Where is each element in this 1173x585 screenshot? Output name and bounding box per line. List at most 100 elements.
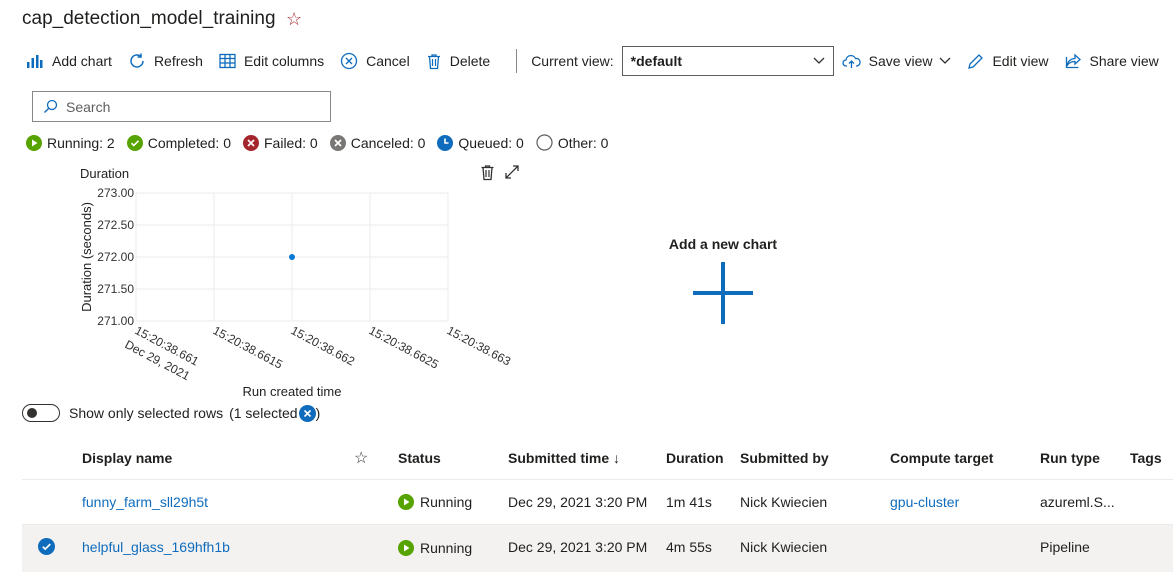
column-header-status[interactable]: Status	[398, 450, 441, 466]
column-header-tags[interactable]: Tags	[1130, 450, 1162, 466]
clear-selection-icon[interactable]	[298, 404, 316, 422]
status-filter-queued[interactable]: Queued: 0	[437, 134, 524, 151]
chart-y-tick-label: 272.50	[97, 218, 134, 232]
refresh-icon	[130, 53, 144, 68]
cloud-upload-icon	[842, 54, 861, 68]
current-view-dropdown[interactable]: *default	[621, 46, 834, 76]
run-status: Running	[398, 494, 472, 510]
save-view-button[interactable]: Save view	[842, 53, 952, 69]
expand-chart-button[interactable]	[504, 164, 520, 184]
chart-title: Duration	[80, 166, 129, 181]
edit-columns-label: Edit columns	[243, 53, 325, 69]
status-filter-label: Completed: 0	[147, 134, 231, 151]
chart-y-tick-label: 272.00	[97, 250, 134, 264]
row-selected-checkmark-icon[interactable]	[38, 538, 55, 555]
favorite-star-icon[interactable]: ☆	[286, 9, 302, 30]
run-submitted-by: Nick Kwiecien	[740, 494, 828, 510]
column-header-display-name[interactable]: Display name	[82, 450, 172, 466]
trash-icon	[481, 165, 494, 181]
clock-icon	[437, 134, 454, 151]
status-filter-label: Other: 0	[557, 134, 609, 151]
delete-button[interactable]: Delete	[426, 53, 490, 70]
chart-x-tick-label: 15:20:38.662	[289, 323, 358, 368]
run-type: azureml.S...	[1040, 494, 1115, 510]
cancel-circle-icon	[340, 52, 358, 70]
chart-y-tick-label: 271.00	[97, 314, 134, 328]
cancel-button[interactable]: Cancel	[340, 52, 410, 70]
status-filter-failed[interactable]: Failed: 0	[243, 134, 318, 151]
edit-view-label: Edit view	[992, 53, 1049, 69]
chart-data-point	[289, 254, 295, 260]
toolbar: Add chart Refresh Edit columns Cancel De…	[26, 46, 1173, 76]
refresh-label: Refresh	[153, 53, 203, 69]
column-header-run-type[interactable]: Run type	[1040, 450, 1100, 466]
toolbar-divider	[516, 49, 518, 73]
column-header-submitted-time[interactable]: Submitted time ↓	[508, 450, 620, 466]
search-icon	[44, 99, 58, 113]
column-header-compute-target[interactable]: Compute target	[890, 450, 993, 466]
share-view-button[interactable]: Share view	[1065, 53, 1159, 69]
run-submitted-time: Dec 29, 2021 3:20 PM	[508, 539, 648, 555]
save-view-label: Save view	[868, 53, 933, 69]
favorite-column-star-icon[interactable]: ☆	[354, 448, 368, 468]
chart-y-tick-label: 271.50	[97, 282, 134, 296]
run-type: Pipeline	[1040, 539, 1090, 555]
column-header-duration[interactable]: Duration	[666, 450, 724, 466]
checkmark-circle-icon	[126, 134, 143, 151]
selected-count-close-paren: )	[315, 405, 321, 421]
chevron-down-icon	[940, 57, 951, 64]
chart-toolbar	[480, 164, 529, 184]
status-filter-canceled[interactable]: Canceled: 0	[329, 134, 426, 151]
status-filter-label: Running: 2	[47, 134, 115, 151]
run-status-label: Running	[420, 540, 473, 556]
show-selected-rows-toggle[interactable]	[22, 404, 60, 422]
add-chart-button[interactable]: Add chart	[26, 53, 112, 69]
row-divider	[22, 479, 1173, 480]
chart-ylabel: Duration (seconds)	[79, 202, 94, 312]
status-filter-label: Failed: 0	[264, 134, 318, 151]
status-filter-other[interactable]: Other: 0	[536, 134, 609, 151]
share-icon	[1065, 53, 1081, 69]
chevron-down-icon	[813, 57, 825, 64]
status-filter-label: Canceled: 0	[350, 134, 426, 151]
selected-count: (1 selected	[229, 405, 298, 421]
running-icon	[398, 494, 414, 510]
run-status-label: Running	[420, 494, 473, 510]
trash-icon	[427, 53, 440, 69]
run-submitted-by: Nick Kwiecien	[740, 539, 828, 555]
search-box[interactable]: Search	[32, 91, 331, 122]
status-filter-label: Queued: 0	[458, 134, 524, 151]
status-filter-running[interactable]: Running: 2	[26, 134, 115, 151]
selected-rows-toggle-row: Show only selected rows (1 selected )	[22, 404, 320, 422]
status-filter-bar: Running: 2 Completed: 0 Failed: 0 Cancel…	[26, 134, 620, 151]
running-icon	[26, 134, 42, 151]
failed-icon	[243, 134, 259, 151]
edit-view-button[interactable]: Edit view	[967, 53, 1049, 70]
column-header-submitted-by[interactable]: Submitted by	[740, 450, 829, 466]
edit-columns-button[interactable]: Edit columns	[219, 53, 324, 69]
run-duration: 1m 41s	[666, 494, 712, 510]
delete-chart-button[interactable]	[480, 164, 495, 184]
bar-chart-icon	[27, 55, 43, 68]
cancel-label: Cancel	[366, 53, 410, 69]
add-chart-plus-icon[interactable]	[693, 262, 753, 324]
run-display-name-link[interactable]: funny_farm_sll29h5t	[82, 494, 208, 510]
canceled-icon	[329, 134, 346, 151]
run-compute-target-link[interactable]: gpu-cluster	[890, 494, 959, 510]
refresh-button[interactable]: Refresh	[128, 52, 203, 70]
chart-x-tick-label: 15:20:38.6625	[367, 323, 442, 372]
chart-x-tick-label: 15:20:38.663	[445, 323, 514, 368]
run-display-name-link[interactable]: helpful_glass_169hfh1b	[82, 539, 230, 555]
run-duration: 4m 55s	[666, 539, 712, 555]
chart-x-tick-label: 15:20:38.6615	[211, 323, 286, 372]
running-icon	[398, 540, 414, 556]
duration-chart: Duration 273.00 272.50 272.00 271.50 271.00 1…	[79, 166, 514, 399]
run-status: Running	[398, 540, 472, 556]
chart-xlabel: Run created time	[243, 384, 342, 399]
current-view-label: Current view:	[531, 53, 614, 69]
add-new-chart-label[interactable]: Add a new chart	[620, 236, 826, 252]
status-filter-completed[interactable]: Completed: 0	[126, 134, 231, 151]
current-view-value: *default	[630, 53, 682, 69]
empty-circle-icon	[536, 134, 553, 151]
pencil-icon	[968, 53, 984, 69]
